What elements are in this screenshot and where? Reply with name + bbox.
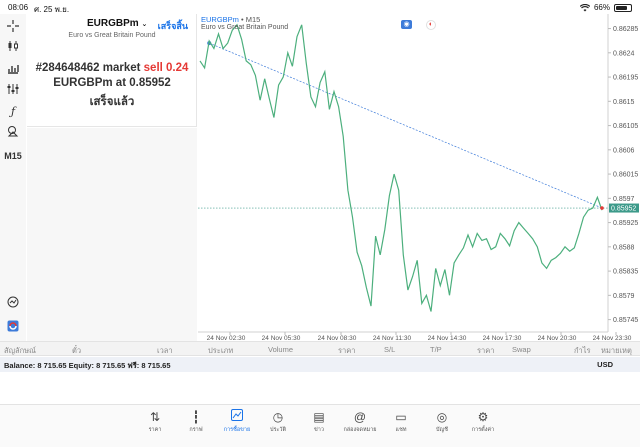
nav-item-quotes[interactable]: ⇅ ราคา <box>135 409 175 434</box>
y-tick-label: 0.86285 <box>613 26 638 33</box>
y-tick-label: 0.85925 <box>613 220 638 227</box>
wifi-icon <box>579 3 590 11</box>
bar-chart-icon[interactable] <box>5 60 21 76</box>
order-price-line: EURGBPm at 0.85952 <box>27 77 197 89</box>
current-price-label: 0.85952 <box>611 206 636 213</box>
indicator-icon[interactable] <box>5 81 21 97</box>
battery-percent: 66% <box>593 3 610 12</box>
trading-panel-icon[interactable]: ◉ <box>401 20 412 29</box>
column-header[interactable]: Volume <box>268 345 293 354</box>
positions-table-header: สัญลักษณ์ ตั๋ว เวลา ประเภท Volume ราคา S/L T/P ร… <box>0 341 640 356</box>
nav-item-chart[interactable]: ┇ กราฟ <box>176 409 216 434</box>
y-tick-label: 0.86195 <box>613 75 638 82</box>
trade-icon <box>217 409 257 425</box>
column-header[interactable]: T/P <box>430 345 442 354</box>
status-time: 08:06 <box>8 3 29 12</box>
column-header[interactable]: หมายเหตุ <box>601 345 632 357</box>
y-tick-label: 0.8606 <box>613 147 635 154</box>
y-tick-label: 0.8597 <box>613 196 635 203</box>
column-header[interactable]: ประเภท <box>208 345 233 357</box>
column-header[interactable]: เวลา <box>157 345 173 357</box>
order-result-line: #284648462 market sell 0.24 <box>27 62 197 74</box>
symbol-description: Euro vs Great Britain Pound <box>68 32 156 39</box>
nav-label: บัญชี <box>436 427 448 433</box>
order-status-text: เสร็จแล้ว <box>89 96 135 108</box>
balance-text: Balance: 8 715.65 Equity: 8 715.65 ฟรี: … <box>4 361 171 370</box>
chart-svg[interactable]: 0.86285 0.8624 0.86195 0.8615 0.86105 0.8606 0… <box>198 14 640 341</box>
nav-item-chat[interactable]: ▭ แชท <box>381 409 421 434</box>
trendline <box>209 42 603 209</box>
mailbox-icon: @ <box>353 410 367 424</box>
chat-icon: ▭ <box>395 410 407 424</box>
y-tick-label: 0.8615 <box>613 99 635 106</box>
chart-icon: ┇ <box>192 410 200 424</box>
symbol-label: EURGBPm <box>87 18 139 29</box>
nav-label: การซื้อขาย <box>223 427 251 433</box>
y-tick-label: 0.85745 <box>613 317 638 324</box>
alert-icon[interactable]: ◐ <box>426 20 436 30</box>
order-result-panel: EURGBPm ⌄ เสร็จสิ้น Euro vs Great Britai… <box>27 14 197 127</box>
function-icon[interactable]: ƒ <box>5 103 21 119</box>
battery-icon <box>614 3 632 12</box>
y-tick-label: 0.86105 <box>613 123 638 130</box>
nav-item-settings[interactable]: ⚙ การตั้งค่า <box>463 409 503 434</box>
nav-label: กล่องจดหมาย <box>343 427 377 433</box>
trade-icon[interactable] <box>5 294 21 310</box>
chart-symbol: EURGBPm • M15 <box>201 15 260 24</box>
nav-item-history[interactable]: ◷ ประวัติ <box>258 409 298 434</box>
column-header[interactable]: สัญลักษณ์ <box>4 345 36 357</box>
chart-symbol-name: EURGBPm <box>201 15 239 24</box>
quotes-icon: ⇅ <box>149 410 161 424</box>
account-icon: ◎ <box>436 410 448 424</box>
order-symbol-text: EURGBPm at <box>53 77 130 89</box>
column-header[interactable]: ราคา <box>338 345 355 357</box>
nav-label: การตั้งค่า <box>471 427 495 433</box>
column-header[interactable]: S/L <box>384 345 395 354</box>
column-header[interactable]: ตั๋ว <box>72 345 81 357</box>
y-tick-label: 0.8588 <box>613 244 635 251</box>
nav-item-account[interactable]: ◎ บัญชี <box>422 409 462 434</box>
order-ticket-text: #284648462 market <box>35 62 144 74</box>
y-tick-label: 0.8624 <box>613 50 635 57</box>
news-icon: ▤ <box>313 410 325 424</box>
nav-label: ราคา <box>148 427 162 433</box>
nav-label: ข่าว <box>314 427 324 433</box>
timeframe-button[interactable]: M15 <box>3 148 23 164</box>
trade-marker <box>600 206 604 210</box>
nav-label: แชท <box>395 427 407 433</box>
settings-icon: ⚙ <box>477 410 489 424</box>
history-icon: ◷ <box>272 410 284 424</box>
column-header[interactable]: กำไร <box>574 345 591 357</box>
done-button[interactable]: เสร็จสิ้น <box>158 19 188 33</box>
symbol-dropdown[interactable]: EURGBPm ⌄ <box>87 18 147 29</box>
nav-item-trade[interactable]: การซื้อขาย <box>217 409 257 434</box>
nav-item-news[interactable]: ▤ ข่าว <box>299 409 339 434</box>
order-side-text: sell 0.24 <box>143 62 189 74</box>
column-header[interactable]: Swap <box>512 345 531 354</box>
bottom-nav: ⇅ ราคา ┇ กราฟ การซื้อขาย ◷ ประวัติ ▤ ข่าว @ กล่องจ… <box>0 404 640 447</box>
status-right: 66% <box>579 3 632 12</box>
order-price-text: 0.85952 <box>129 77 171 89</box>
y-tick-label: 0.85835 <box>613 269 638 276</box>
chart-description: Euro vs Great Britain Pound <box>201 24 289 31</box>
price-series-line <box>199 23 603 312</box>
status-bar: 08:06 ศ. 25 พ.ย. 66% <box>0 0 640 14</box>
nav-label: ประวัติ <box>269 427 287 433</box>
crosshair-icon[interactable] <box>5 18 21 34</box>
objects-icon[interactable] <box>5 123 21 139</box>
nav-item-mailbox[interactable]: @ กล่องจดหมาย <box>340 409 380 434</box>
y-tick-label: 0.8579 <box>613 293 635 300</box>
balance-currency: USD <box>597 360 613 369</box>
y-tick-label: 0.86015 <box>613 172 638 179</box>
nav-label: กราฟ <box>189 427 203 433</box>
candlestick-icon[interactable] <box>5 38 21 54</box>
balance-row: Balance: 8 715.65 Equity: 8 715.65 ฟรี: … <box>0 357 640 372</box>
chart-timeframe: • M15 <box>238 15 261 24</box>
chevron-down-icon: ⌄ <box>141 21 148 28</box>
left-toolbar: ƒ M15 <box>0 14 26 341</box>
price-chart[interactable]: 0.86285 0.8624 0.86195 0.8615 0.86105 0.8606 0… <box>198 14 640 341</box>
tradingview-icon[interactable] <box>5 318 21 334</box>
column-header[interactable]: ราคา <box>477 345 494 357</box>
order-panel-empty-area <box>27 128 197 341</box>
